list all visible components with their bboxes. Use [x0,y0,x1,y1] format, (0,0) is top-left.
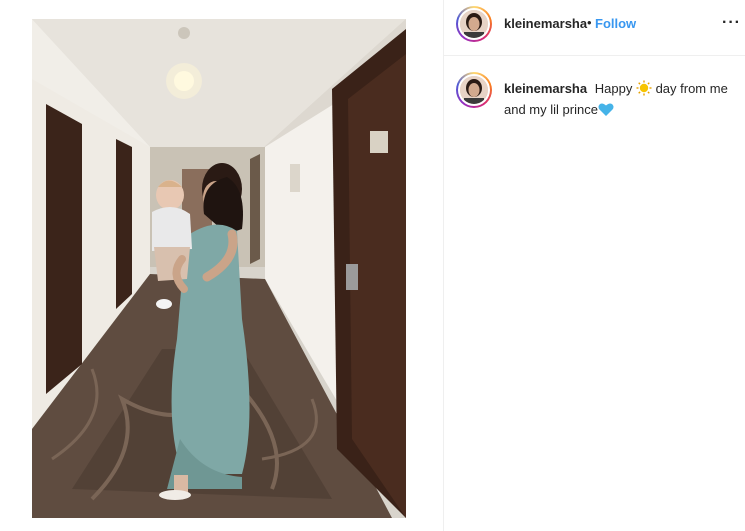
caption-text: kleinemarsha Happy day from me and my li… [504,80,744,122]
caption-username[interactable]: kleinemarsha [504,81,587,96]
header-username[interactable]: kleinemarsha [504,16,587,31]
caption-text-start: Happy [594,81,633,96]
post-photo[interactable] [32,19,406,518]
post-side-panel: kleinemarsha • Follow ··· kleinemarsha H… [444,0,745,531]
blue-heart-icon [598,102,614,122]
hallway-photo-illustration [32,19,406,518]
separator-dot: • [587,15,592,30]
avatar[interactable] [456,6,492,42]
post-header: kleinemarsha • Follow ··· [444,0,745,56]
sun-icon [636,80,652,101]
more-options-icon[interactable]: ··· [722,14,741,32]
follow-button[interactable]: Follow [595,16,636,31]
avatar-image [460,10,488,38]
post-media-pane [0,0,443,531]
caption-avatar-image [460,76,488,104]
caption-avatar[interactable] [456,72,492,108]
